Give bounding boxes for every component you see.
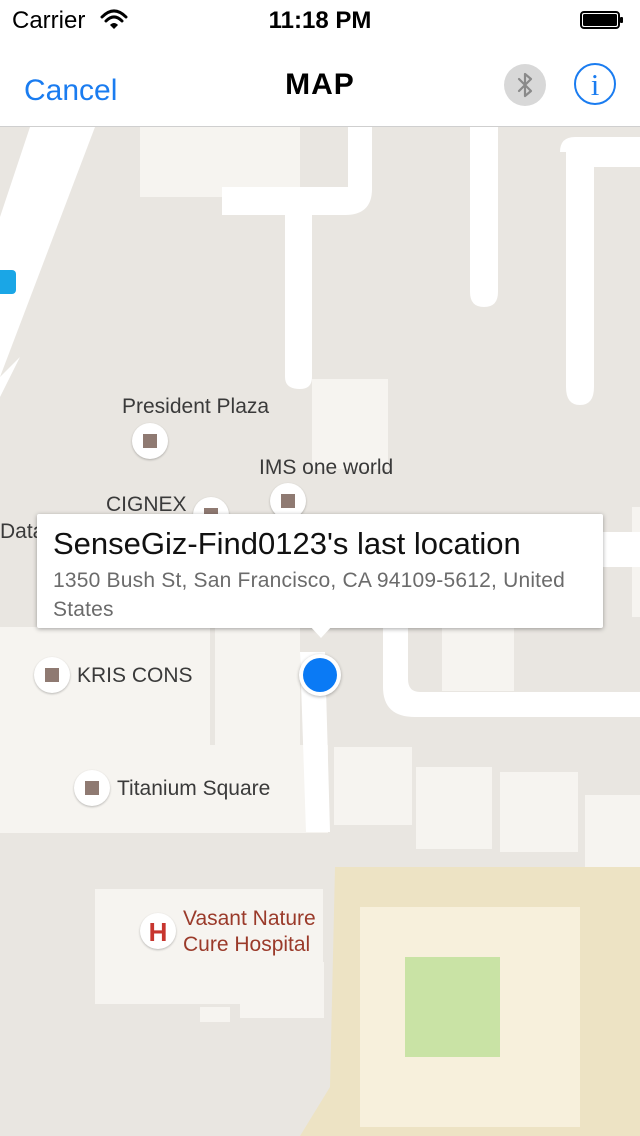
- info-button[interactable]: i: [574, 63, 616, 105]
- device-location-pin[interactable]: [299, 654, 341, 696]
- bluetooth-button[interactable]: [504, 64, 546, 106]
- callout-pointer: [309, 625, 333, 638]
- poi-label: IMS one world: [259, 456, 394, 479]
- hospital-label: Vasant Nature Cure Hospital: [183, 906, 316, 958]
- poi-label: Titanium Square: [117, 777, 271, 800]
- hospital-icon[interactable]: H: [140, 913, 176, 949]
- battery-icon: [580, 11, 623, 29]
- poi-label: President Plaza: [122, 395, 270, 418]
- poi-label: KRIS CONS: [77, 664, 193, 687]
- hospital-label-line2: Cure Hospital: [183, 933, 311, 956]
- bus-stop-icon[interactable]: [0, 270, 16, 294]
- place-marker-icon[interactable]: [132, 423, 168, 459]
- bluetooth-icon: [517, 72, 533, 98]
- navigation-bar: Cancel MAP i: [0, 40, 640, 127]
- location-callout[interactable]: SenseGiz-Find0123's last location 1350 B…: [37, 514, 603, 628]
- place-marker-icon[interactable]: [34, 657, 70, 693]
- hospital-label-line1: Vasant Nature: [183, 907, 316, 930]
- callout-title: SenseGiz-Find0123's last location: [53, 526, 521, 561]
- info-icon: i: [590, 67, 600, 102]
- status-bar: Carrier 11:18 PM: [0, 0, 640, 40]
- map-view[interactable]: President Plaza IMS one world CIGNEX Dat…: [0, 127, 640, 1136]
- callout-address: 1350 Bush St, San Francisco, CA 94109-56…: [53, 569, 565, 621]
- place-marker-icon[interactable]: [74, 770, 110, 806]
- clock: 11:18 PM: [268, 7, 372, 34]
- hospital-glyph: H: [148, 917, 168, 947]
